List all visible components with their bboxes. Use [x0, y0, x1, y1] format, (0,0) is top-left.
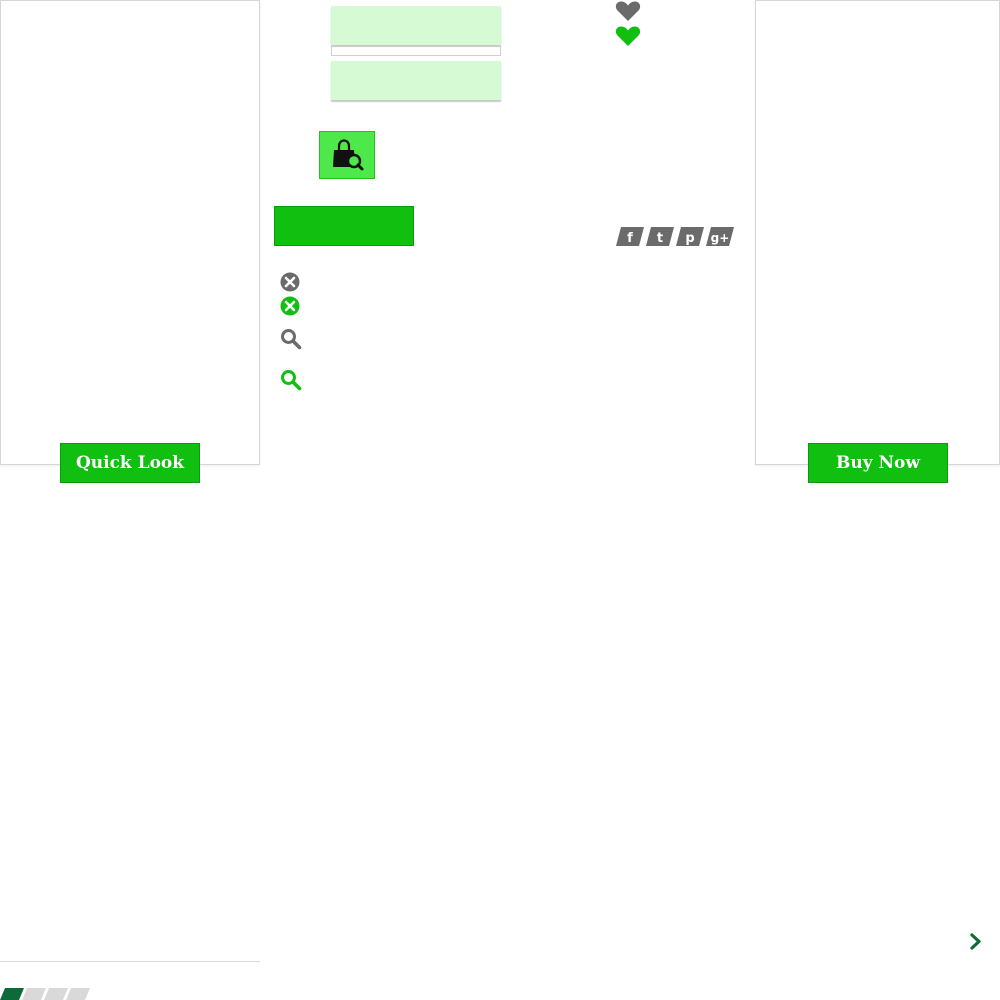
pinterest-icon[interactable]: p — [676, 227, 704, 246]
divider — [0, 961, 260, 962]
pagination-dot-2 — [22, 988, 46, 1000]
swatch-outline — [331, 46, 501, 56]
add-to-cart-button[interactable] — [274, 206, 414, 246]
google-plus-icon[interactable]: g+ — [706, 227, 734, 246]
svg-text:t: t — [657, 231, 663, 246]
svg-text:f: f — [627, 231, 633, 246]
close-icon[interactable] — [280, 272, 300, 292]
slide-pagination[interactable] — [0, 988, 92, 1000]
pagination-dot-4 — [66, 988, 90, 1000]
svg-text:g+: g+ — [711, 231, 730, 245]
right-product-panel — [755, 0, 1000, 465]
pagination-dot-3 — [44, 988, 68, 1000]
heart-icon[interactable] — [615, 25, 641, 47]
search-icon[interactable] — [280, 369, 302, 391]
pagination-dot-1 — [0, 988, 24, 1000]
svg-text:p: p — [685, 231, 694, 246]
twitter-icon[interactable]: t — [646, 227, 674, 246]
close-icon[interactable] — [280, 296, 300, 316]
quick-look-button[interactable]: Quick Look — [60, 443, 200, 483]
color-swatch-normal — [331, 6, 501, 45]
left-product-panel — [0, 0, 260, 465]
heart-icon[interactable] — [615, 0, 641, 22]
color-swatch-hover — [331, 61, 501, 100]
bag-search-button[interactable] — [319, 131, 375, 179]
chevron-right-icon[interactable] — [969, 933, 983, 950]
buy-now-button[interactable]: Buy Now — [808, 443, 948, 483]
search-icon[interactable] — [280, 328, 302, 350]
shopping-bag-search-icon — [333, 139, 364, 171]
facebook-icon[interactable]: f — [616, 227, 644, 246]
